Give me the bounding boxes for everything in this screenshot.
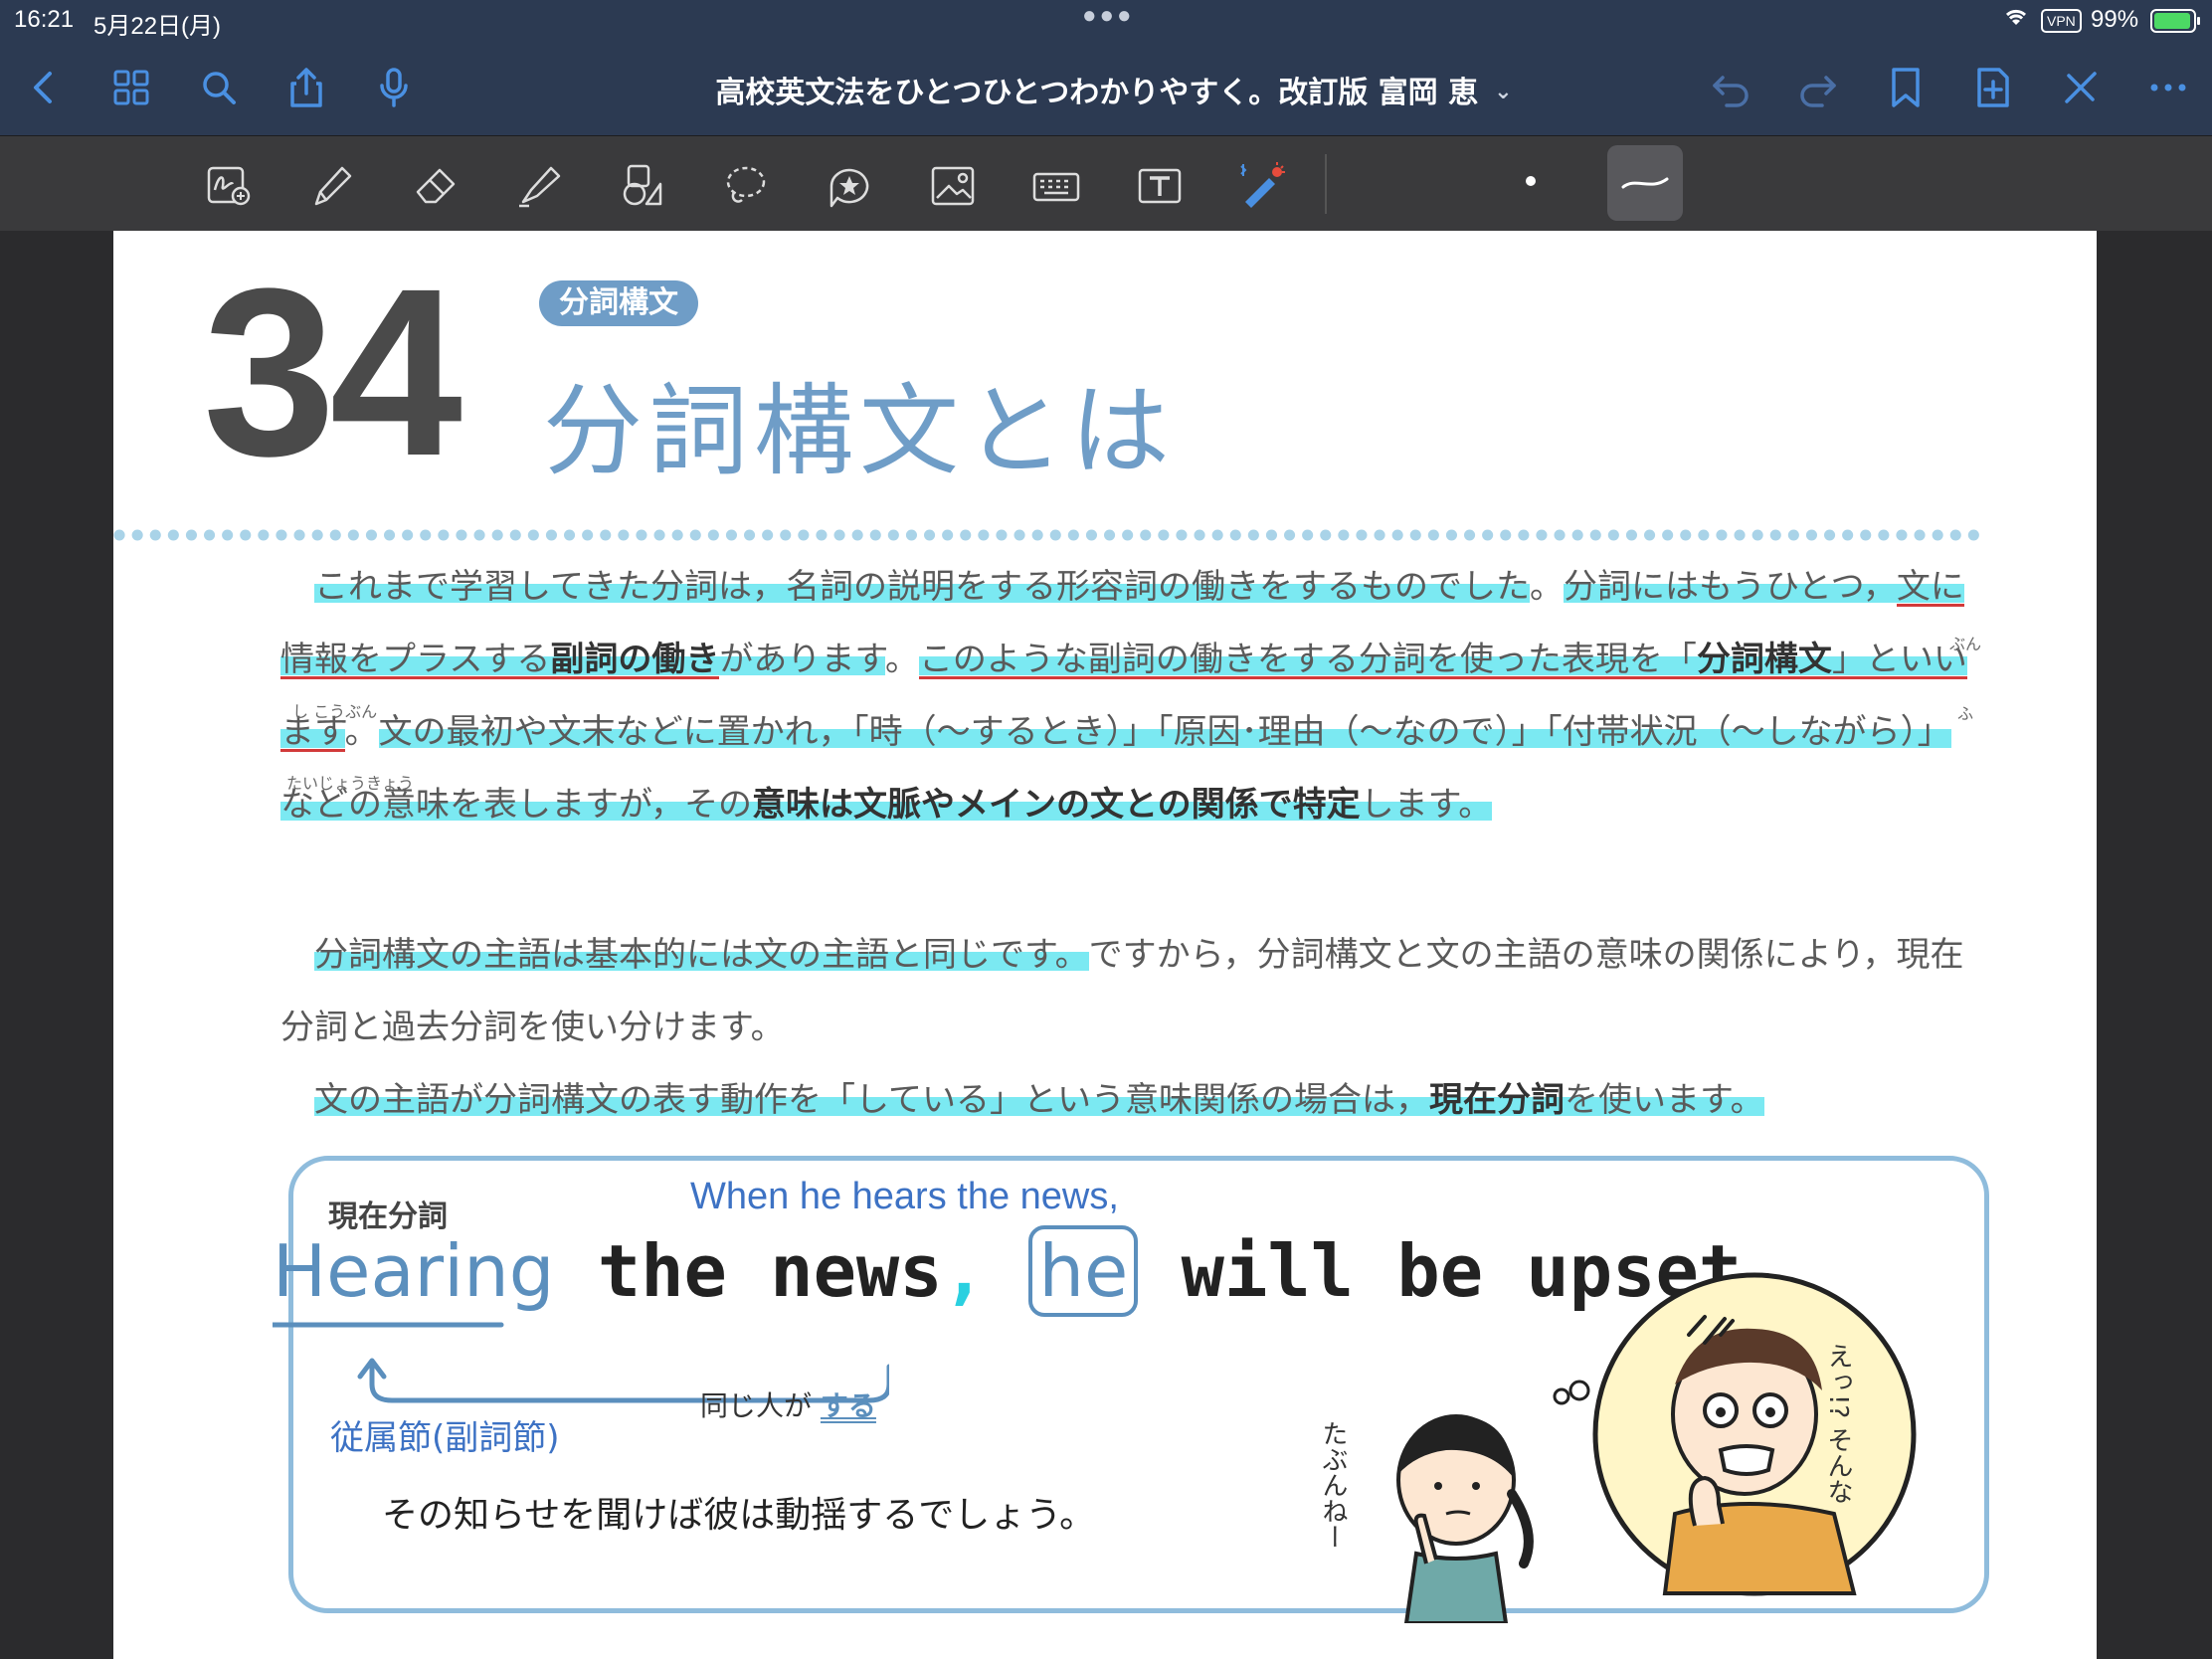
document-title-button[interactable]: 高校英文法をひとつひとつわかりやすく。改訂版 富岡 恵 ⌄ xyxy=(617,68,1611,111)
thumbnails-button[interactable] xyxy=(101,58,161,117)
image-icon xyxy=(931,166,975,206)
chapter-number: 34 xyxy=(203,239,462,505)
microphone-icon xyxy=(380,68,408,107)
undo-icon xyxy=(1713,76,1749,107)
tool-highlighter[interactable] xyxy=(509,156,569,216)
drawing-toolbar xyxy=(0,135,2212,231)
pen-off-icon xyxy=(2065,72,2097,103)
text-box-icon xyxy=(1138,168,1182,204)
chevron-down-icon: ⌄ xyxy=(1494,80,1513,104)
tool-elements[interactable] xyxy=(820,156,879,216)
search-button[interactable] xyxy=(189,58,249,117)
man-speech: えっ!? そんな xyxy=(1823,1343,1853,1505)
undo-button[interactable] xyxy=(1701,58,1760,117)
word-hearing: Hearing xyxy=(273,1229,555,1313)
keyboard-icon xyxy=(1032,172,1080,202)
more-options-button[interactable] xyxy=(2138,58,2198,117)
tool-handwriting-zoom[interactable] xyxy=(199,156,259,216)
highlight-1: これまで学習してきた分詞は，名詞の説明をする形容詞の働きをするものでした xyxy=(314,567,1530,607)
add-page-icon xyxy=(1977,68,2009,107)
tool-eraser[interactable] xyxy=(406,156,465,216)
redo-icon xyxy=(1800,76,1836,107)
eraser-icon xyxy=(416,168,456,204)
battery-icon xyxy=(2150,9,2200,33)
stroke-size-dot[interactable] xyxy=(1526,176,1536,186)
ruby-bun: ぶん xyxy=(1949,635,1982,653)
tool-laser-pointer[interactable] xyxy=(1231,156,1291,216)
app-root: 16:21 5月22日(月) ●●● VPN 99% 高校英文法をひとつひとつわ… xyxy=(0,0,2212,1659)
word-he-circled: he xyxy=(1028,1225,1139,1317)
wifi-icon xyxy=(2003,5,2029,34)
lasso-icon xyxy=(726,166,766,203)
tool-pen[interactable] xyxy=(302,156,362,216)
highlight-5: 分詞構文の主語は基本的には文の主語と同じです。 xyxy=(314,935,1089,975)
highlight-6: 文の主語が分詞構文の表す動作を「している」という意味関係の場合は，現在分詞を使い… xyxy=(314,1080,1764,1120)
grid-icon xyxy=(113,70,149,105)
ellipsis-icon xyxy=(2150,84,2186,92)
add-page-button[interactable] xyxy=(1963,58,2023,117)
toolbar-separator xyxy=(1325,154,1327,214)
tool-image[interactable] xyxy=(923,156,983,216)
stroke-curve-icon xyxy=(1621,177,1669,189)
tool-lasso[interactable] xyxy=(716,156,776,216)
paragraph-subject: 分詞構文の主語は基本的には文の主語と同じです。ですから，分詞構文と文の主語の意味… xyxy=(280,935,1964,1047)
ruby-shikoubun: し こうぶん xyxy=(292,702,378,721)
stroke-style-button[interactable] xyxy=(1607,145,1683,221)
pen-icon xyxy=(314,166,352,206)
chapter-title: 分詞構文とは xyxy=(543,373,1176,489)
section-tag: 分詞構文 xyxy=(539,280,698,326)
tool-shapes[interactable] xyxy=(613,156,672,216)
vpn-badge: VPN xyxy=(2041,9,2082,33)
paragraph-present-participle: 文の主語が分詞構文の表す動作を「している」という意味関係の場合は，現在分詞を使い… xyxy=(280,1064,1981,1137)
shapes-icon xyxy=(623,164,662,206)
japanese-translation: その知らせを聞けば彼は動揺するでしょう。 xyxy=(382,1495,1096,1536)
paragraph-intro: これまで学習してきた分詞は，名詞の説明をする形容詞の働きをするものでした。分詞に… xyxy=(280,567,1967,825)
laser-pointer-icon xyxy=(1240,162,1285,208)
navigation-bar: 高校英文法をひとつひとつわかりやすく。改訂版 富岡 恵 ⌄ xyxy=(0,40,2212,135)
ruby-taijoukyou: たいじょうきょう xyxy=(286,774,415,793)
girl-figure xyxy=(1396,1380,1590,1623)
document-page[interactable]: 34 分詞構文 分詞構文とは これまで学習してきた分詞は，名詞の説明をする形容詞… xyxy=(113,231,2097,1659)
sticker-star-icon xyxy=(830,168,869,208)
redo-button[interactable] xyxy=(1788,58,1848,117)
zoom-window-icon xyxy=(207,166,251,206)
chevron-left-icon xyxy=(34,72,52,103)
tool-keyboard[interactable] xyxy=(1026,156,1086,216)
document-title: 高校英文法をひとつひとつわかりやすく。改訂版 富岡 恵 xyxy=(715,76,1479,110)
dictation-button[interactable] xyxy=(364,58,424,117)
same-subject-note: 同じ人が する xyxy=(700,1389,876,1422)
back-button[interactable] xyxy=(14,58,74,117)
tool-text[interactable] xyxy=(1130,156,1190,216)
bookmark-icon xyxy=(1892,68,1920,107)
man-figure xyxy=(1592,1272,1917,1596)
dotted-divider xyxy=(113,529,1993,541)
multitasking-dots-icon[interactable]: ●●● xyxy=(1082,2,1135,30)
share-button[interactable] xyxy=(276,58,336,117)
share-icon xyxy=(290,68,322,107)
status-time: 16:21 xyxy=(14,6,75,33)
highlight-4: 文の最初や文末などに置かれ，「時（～するとき）」「原因･理由（～なので）」「付帯… xyxy=(280,712,1951,825)
english-translation: When he hears the news, xyxy=(690,1176,1119,1217)
status-date: 5月22日(月) xyxy=(93,13,222,40)
search-icon xyxy=(203,72,236,104)
girl-speech: たぶんねー xyxy=(1318,1420,1348,1550)
status-bar: 16:21 5月22日(月) ●●● VPN 99% xyxy=(0,0,2212,40)
hide-toolbar-button[interactable] xyxy=(2051,58,2111,117)
battery-percent: 99% xyxy=(2091,6,2139,33)
subordinate-clause-label: 従属節(副詞節) xyxy=(330,1418,560,1458)
bookmark-button[interactable] xyxy=(1876,58,1936,117)
ruby-fu: ふ xyxy=(1957,704,1974,723)
highlighter-icon xyxy=(519,166,561,208)
